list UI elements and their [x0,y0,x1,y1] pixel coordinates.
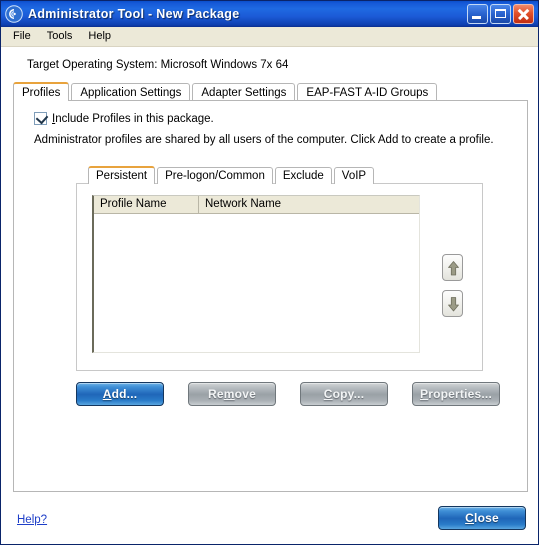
add-label-rest: dd... [111,387,138,401]
remove-label-rest: ove [234,387,256,401]
window-title: Administrator Tool - New Package [28,7,240,21]
tab-application-settings[interactable]: Application Settings [71,83,191,101]
close-window-button[interactable] [513,4,534,24]
properties-button[interactable]: Properties... [412,382,500,406]
move-up-button[interactable] [442,254,463,281]
tab-eap-fast-aid-groups[interactable]: EAP-FAST A-ID Groups [297,83,438,101]
column-header-network-name[interactable]: Network Name [199,196,419,213]
include-profiles-label: Include Profiles in this package. [52,113,214,125]
title-bar: Administrator Tool - New Package [1,1,538,27]
profile-action-buttons: Add... Re m ove Copy... Properties... [76,381,500,407]
profiles-list[interactable]: Profile Name Network Name [92,195,420,353]
tab-adapter-settings[interactable]: Adapter Settings [192,83,296,101]
administrator-tool-window: Administrator Tool - New Package File To… [0,0,539,545]
add-button[interactable]: Add... [76,382,164,406]
outer-tab-strip: Profiles Application Settings Adapter Se… [13,82,528,101]
include-profiles-checkbox-row[interactable]: Include Profiles in this package. [34,111,214,125]
minimize-button[interactable] [467,4,488,24]
remove-button[interactable]: Re m ove [188,382,276,406]
profiles-list-header: Profile Name Network Name [94,196,419,214]
remove-label-pre: Re [208,387,224,401]
close-accel-char: C [465,511,475,525]
remove-accel-char: m [223,387,235,401]
help-link[interactable]: Help? [17,514,47,526]
persistent-tab-panel: Profile Name Network Name [76,183,483,371]
close-label-rest: lose [474,511,499,525]
properties-accel-char: P [420,387,429,401]
profile-categories-group: Persistent Pre-logon/Common Exclude VoIP… [76,166,483,371]
include-label-rest: nclude Profiles in this package. [55,112,214,125]
move-down-button[interactable] [442,290,463,317]
copy-button[interactable]: Copy... [300,382,388,406]
profiles-description: Administrator profiles are shared by all… [34,134,494,146]
arrow-up-icon [448,261,459,276]
add-accel-char: A [102,387,112,401]
footer-bar: Help? Close [1,496,538,544]
copy-label-rest: opy... [332,387,365,401]
tab-profiles[interactable]: Profiles [13,82,70,101]
menu-bar: File Tools Help [1,27,538,47]
tab-voip[interactable]: VoIP [333,167,375,184]
window-controls [467,4,536,24]
menu-item-help[interactable]: Help [80,28,119,45]
tab-pre-logon-common[interactable]: Pre-logon/Common [157,167,273,184]
profiles-tab-panel: Include Profiles in this package. Admini… [13,100,528,492]
profiles-list-body[interactable] [94,214,419,352]
profile-order-buttons [442,254,464,326]
menu-item-tools[interactable]: Tools [39,28,81,45]
inner-tab-strip: Persistent Pre-logon/Common Exclude VoIP [88,166,376,184]
copy-accel-char: C [323,387,333,401]
tab-exclude[interactable]: Exclude [274,167,332,184]
close-dialog-button[interactable]: Close [438,506,526,530]
target-os-label: Target Operating System: Microsoft Windo… [27,59,289,71]
menu-item-file[interactable]: File [5,28,39,45]
properties-label-rest: roperties... [428,387,492,401]
arrow-down-icon [448,297,459,312]
column-header-profile-name[interactable]: Profile Name [94,196,199,213]
include-profiles-checkbox[interactable] [34,111,49,125]
tab-persistent[interactable]: Persistent [88,166,156,184]
maximize-button[interactable] [490,4,511,24]
client-area: Target Operating System: Microsoft Windo… [1,48,538,544]
wireless-signal-icon [5,5,23,23]
